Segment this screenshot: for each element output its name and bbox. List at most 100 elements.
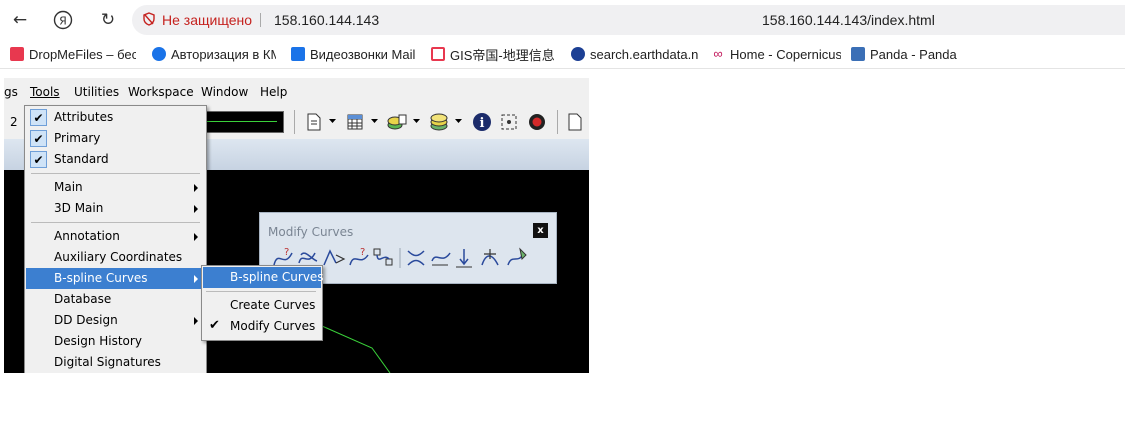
new-file-icon[interactable] — [565, 112, 585, 132]
menu-workspace[interactable]: Workspace — [128, 84, 194, 100]
close-icon[interactable]: x — [533, 223, 548, 238]
chevron-down-icon[interactable] — [412, 117, 420, 125]
menu-help[interactable]: Help — [260, 84, 287, 100]
submenu-arrow-icon — [194, 275, 198, 283]
submenu-item-label: Modify Curves — [230, 319, 316, 333]
bookmark-auth[interactable]: Авторизация в КМ — [152, 45, 276, 63]
menu-item-3d-main[interactable]: 3D Main — [26, 198, 205, 219]
chevron-down-icon[interactable] — [370, 117, 378, 125]
bookmark-video[interactable]: Видеозвонки Mail — [291, 45, 417, 63]
url-full-text[interactable]: 158.160.144.143/index.html — [762, 10, 935, 30]
curve-tool-8-icon[interactable] — [456, 249, 472, 268]
menu-utilities[interactable]: Utilities — [74, 84, 119, 100]
url-divider — [260, 13, 261, 27]
dropmefiles-icon — [10, 47, 24, 61]
chevron-down-icon[interactable] — [454, 117, 462, 125]
menu-window[interactable]: Window — [201, 84, 248, 100]
submenu-arrow-icon — [194, 184, 198, 192]
submenu-item-create-curves[interactable]: Create Curves — [203, 295, 321, 316]
svg-text:?: ? — [360, 247, 365, 258]
menu-item-label: B-spline Curves — [54, 271, 148, 285]
bookmark-earthdata[interactable]: search.earthdata.n — [571, 45, 701, 63]
checkmark-icon: ✔ — [30, 109, 47, 126]
curve-tool-9-icon[interactable] — [481, 249, 499, 266]
bspline-submenu: B-spline Curves Create Curves ✔ Modify C… — [201, 265, 324, 341]
menu-item-bspline-curves[interactable]: B-spline Curves — [26, 268, 205, 289]
menu-item-label: DD Design — [54, 313, 118, 327]
menu-item-design-history[interactable]: Design History — [26, 331, 205, 352]
not-secure-shield-icon — [143, 12, 155, 26]
checkmark-icon: ✔ — [30, 130, 47, 147]
svg-text:i: i — [480, 116, 485, 131]
menu-item-dd-design[interactable]: DD Design — [26, 310, 205, 331]
menu-item-digital-signatures[interactable]: Digital Signatures — [26, 352, 205, 373]
curve-tool-7-icon[interactable] — [431, 252, 451, 266]
menu-item-label: 3D Main — [54, 201, 104, 215]
submenu-item-label: Create Curves — [230, 298, 316, 312]
bookmark-dropmefiles[interactable]: DropMeFiles – бес — [10, 45, 136, 63]
menu-item-primary[interactable]: ✔ Primary — [26, 128, 205, 149]
level-number: 2 — [10, 115, 18, 129]
curve-tool-1-icon[interactable]: ? — [273, 247, 293, 266]
curve-tool-5-icon[interactable] — [373, 248, 393, 266]
back-arrow-icon[interactable]: ← — [7, 7, 33, 33]
menu-item-auxiliary-coordinates[interactable]: Auxiliary Coordinates — [26, 247, 205, 268]
menu-tools[interactable]: Tools — [30, 84, 60, 100]
curve-tool-10-icon[interactable] — [507, 247, 527, 266]
menu-item-label: Annotation — [54, 229, 120, 243]
bookmark-label: Home - Copernicus — [730, 46, 841, 62]
bookmark-label: DropMeFiles – бес — [29, 46, 136, 62]
info-icon[interactable]: i — [471, 111, 493, 133]
menu-separator — [31, 173, 200, 174]
menu-item-main[interactable]: Main — [26, 177, 205, 198]
chevron-down-icon[interactable] — [328, 117, 336, 125]
record-icon[interactable] — [526, 111, 548, 133]
bookmarks-bar: DropMeFiles – бес Авторизация в КМ Видео… — [0, 40, 1125, 69]
menu-separator — [206, 291, 316, 292]
menu-item-label: Auxiliary Coordinates — [54, 250, 183, 264]
reload-icon[interactable]: ↻ — [95, 7, 121, 33]
menu-item-standard[interactable]: ✔ Standard — [26, 149, 205, 170]
bookmark-label: Panda - Panda — [870, 46, 957, 62]
bookmark-copernicus[interactable]: ∞ Home - Copernicus — [711, 45, 841, 63]
curve-tool-2-icon[interactable] — [298, 252, 318, 264]
copernicus-icon: ∞ — [713, 46, 723, 61]
bookmark-gis[interactable]: GIS帝国-地理信息 — [431, 45, 555, 63]
curve-tool-4-icon[interactable]: ? — [349, 247, 369, 266]
address-bar: ← Я ↻ Не защищено 158.160.144.143 158.16… — [0, 0, 1125, 40]
menu-item-label: Attributes — [54, 110, 114, 124]
curve-tool-6-icon[interactable] — [407, 250, 425, 266]
panda-icon — [851, 47, 865, 61]
security-warning[interactable]: Не защищено — [162, 10, 252, 30]
yandex-icon[interactable]: Я — [50, 7, 76, 33]
select-element-icon[interactable] — [498, 111, 520, 133]
cad-application: gs Tools Utilities Workspace Window Help… — [4, 78, 589, 373]
menu-item-database[interactable]: Database — [26, 289, 205, 310]
menu-settings[interactable]: gs — [4, 84, 18, 100]
table-icon[interactable] — [345, 112, 365, 132]
bookmark-label: search.earthdata.n — [590, 46, 699, 62]
line-style-preview[interactable] — [202, 111, 284, 133]
toolbar-divider — [557, 110, 558, 134]
bookmark-label: Авторизация в КМ — [171, 46, 276, 62]
video-icon — [291, 47, 305, 61]
auth-icon — [152, 47, 166, 61]
menu-item-label: Digital Signatures — [54, 355, 161, 369]
url-host[interactable]: 158.160.144.143 — [274, 10, 379, 30]
menu-item-annotation[interactable]: Annotation — [26, 226, 205, 247]
checkmark-icon: ✔ — [30, 151, 47, 168]
submenu-item-modify-curves[interactable]: ✔ Modify Curves — [203, 316, 321, 337]
curve-tool-3-icon[interactable] — [323, 249, 346, 266]
layers-icon[interactable] — [428, 112, 450, 132]
references-icon[interactable] — [386, 112, 408, 132]
url-field[interactable]: Не защищено 158.160.144.143 158.160.144.… — [132, 5, 1125, 35]
menu-item-label: Standard — [54, 152, 109, 166]
svg-text:?: ? — [284, 247, 289, 258]
toolbar-divider — [294, 110, 295, 134]
submenu-item-bspline-curves[interactable]: B-spline Curves — [203, 267, 324, 288]
menu-bar: gs Tools Utilities Workspace Window Help — [4, 78, 589, 107]
document-settings-icon[interactable] — [304, 112, 324, 132]
menu-item-attributes[interactable]: ✔ Attributes — [26, 107, 205, 128]
bookmark-panda[interactable]: Panda - Panda — [851, 45, 971, 63]
submenu-arrow-icon — [194, 317, 198, 325]
